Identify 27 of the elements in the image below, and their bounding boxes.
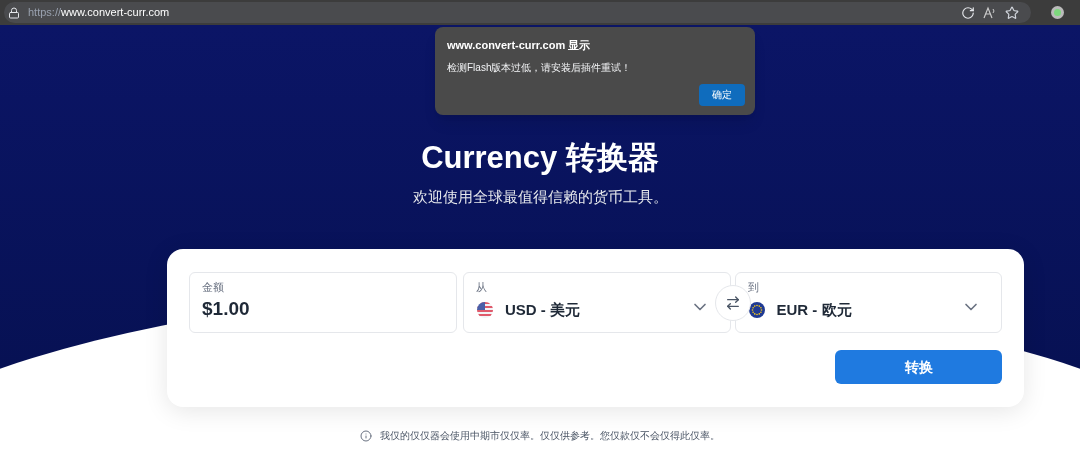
hero-subtitle: 欢迎使用全球最值得信赖的货币工具。 [412, 186, 668, 207]
lock-icon [8, 6, 20, 19]
field-label: 从 [476, 281, 488, 295]
dialog-title: www.convert-curr.com 显示 [447, 38, 592, 53]
ok-button[interactable]: 确定 [699, 83, 745, 106]
field-label: 到 [747, 281, 760, 295]
currency-value: USD - 美元 [505, 299, 580, 320]
dialog-message: 检测Flash版本过低，请安装后插件重试！ [447, 60, 633, 75]
amount-value: $1.00 [202, 296, 251, 321]
profile-icon[interactable] [1051, 6, 1064, 19]
address-bar[interactable]: https://www.convert-curr.com [4, 2, 1031, 23]
flag-icon [477, 302, 493, 318]
url-text: https://www.convert-curr.com [28, 5, 170, 21]
swap-icon [724, 294, 741, 311]
currency-select[interactable]: 到 EUR - 欧元 [734, 272, 1002, 333]
currency-select[interactable]: 从 USD - 美元 [463, 272, 731, 333]
amount-field[interactable]: 金额 $1.00 [189, 272, 457, 333]
flag-icon [748, 302, 765, 318]
convert-button[interactable]: 转换 [835, 350, 1002, 384]
disclaimer-text: 我仅的仅仅器会使用中期市仅仅率。仅仅供参考。您仅款仅不会仅得此仅率。 [380, 429, 720, 443]
read-aloud-icon[interactable] [983, 5, 997, 20]
field-label: 金额 [202, 281, 225, 295]
favorite-icon[interactable] [1005, 5, 1019, 20]
info-icon [360, 429, 372, 442]
refresh-icon[interactable] [961, 5, 975, 20]
hero-title: Currency 转换器 [421, 139, 659, 177]
currency-value: EUR - 欧元 [776, 299, 852, 320]
